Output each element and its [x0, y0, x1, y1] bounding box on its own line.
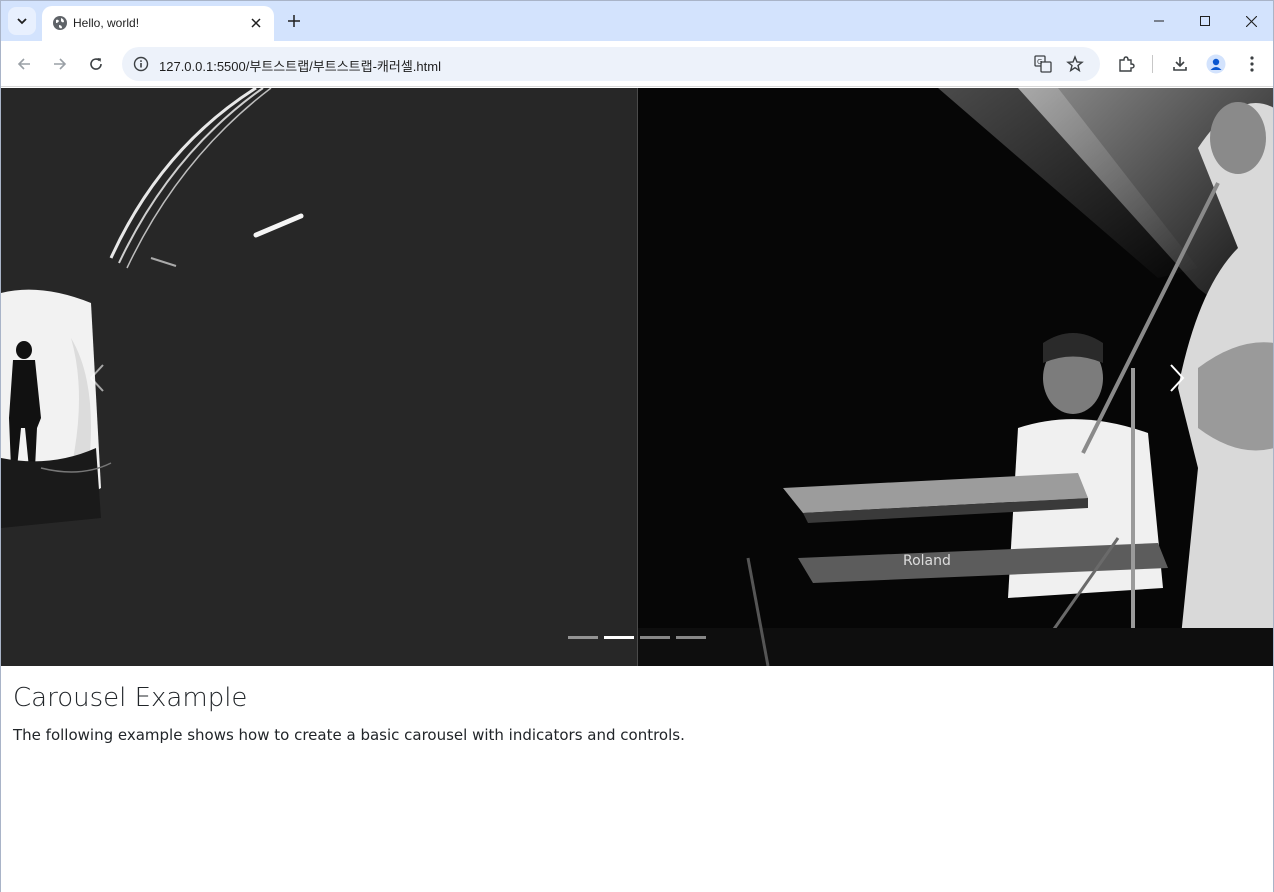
new-tab-button[interactable] — [282, 9, 306, 33]
address-bar[interactable]: 127.0.0.1:5500/부트스트랩/부트스트랩-캐러셀.html G — [122, 47, 1100, 81]
extensions-button[interactable] — [1112, 50, 1140, 78]
carousel-indicator-2[interactable] — [604, 636, 634, 639]
tab-strip: Hello, world! — [1, 1, 1273, 41]
carousel-indicator-3[interactable] — [640, 636, 670, 639]
page-heading: Carousel Example — [13, 683, 248, 713]
svg-text:Roland: Roland — [903, 553, 951, 569]
minimize-icon — [1154, 20, 1164, 22]
profile-button[interactable] — [1202, 50, 1230, 78]
carousel: Roland — [1, 88, 1273, 666]
menu-button[interactable] — [1238, 50, 1266, 78]
download-icon — [1173, 57, 1187, 71]
carousel-next-button[interactable] — [1147, 350, 1207, 406]
maximize-icon — [1200, 16, 1210, 26]
tab-search-button[interactable] — [8, 7, 36, 35]
reload-button[interactable] — [82, 50, 110, 78]
site-info-button[interactable] — [128, 51, 154, 77]
avatar-icon — [1206, 54, 1226, 74]
chevron-left-icon — [89, 364, 104, 392]
downloads-button[interactable] — [1166, 50, 1194, 78]
arrow-left-icon — [17, 58, 30, 70]
translate-button[interactable]: G — [1030, 51, 1056, 77]
close-icon — [1245, 15, 1257, 27]
browser-window: Hello, world! 127.0.0.1:5500/부트스트랩/부트스트랩… — [0, 0, 1274, 892]
carousel-indicators — [568, 636, 706, 639]
plus-icon — [288, 15, 300, 27]
back-button[interactable] — [10, 50, 38, 78]
puzzle-icon — [1119, 56, 1135, 72]
page-description: The following example shows how to creat… — [13, 726, 685, 744]
carousel-indicator-4[interactable] — [676, 636, 706, 639]
bookmark-button[interactable] — [1062, 51, 1088, 77]
minimize-button[interactable] — [1136, 1, 1182, 41]
more-vert-icon — [1250, 56, 1254, 72]
arrow-right-icon — [54, 58, 67, 70]
carousel-prev-button[interactable] — [67, 350, 127, 406]
page-viewport: Roland Carousel Example The following ex… — [1, 88, 1273, 892]
star-icon — [1066, 55, 1084, 73]
url-text: 127.0.0.1:5500/부트스트랩/부트스트랩-캐러셀.html — [159, 59, 441, 74]
chevron-right-icon — [1170, 364, 1185, 392]
svg-text:G: G — [1037, 58, 1042, 66]
tab-title: Hello, world! — [73, 16, 140, 30]
active-tab[interactable]: Hello, world! — [42, 6, 274, 41]
reload-icon — [90, 58, 102, 70]
forward-button[interactable] — [46, 50, 74, 78]
browser-toolbar: 127.0.0.1:5500/부트스트랩/부트스트랩-캐러셀.html G — [1, 41, 1273, 87]
carousel-indicator-1[interactable] — [568, 636, 598, 639]
tab-close-icon[interactable] — [246, 13, 266, 33]
globe-icon — [53, 16, 67, 30]
chevron-down-icon — [17, 18, 27, 25]
close-window-button[interactable] — [1228, 1, 1274, 41]
maximize-button[interactable] — [1182, 1, 1228, 41]
toolbar-divider — [1152, 55, 1153, 73]
info-icon — [133, 56, 149, 72]
translate-icon: G — [1034, 55, 1052, 73]
